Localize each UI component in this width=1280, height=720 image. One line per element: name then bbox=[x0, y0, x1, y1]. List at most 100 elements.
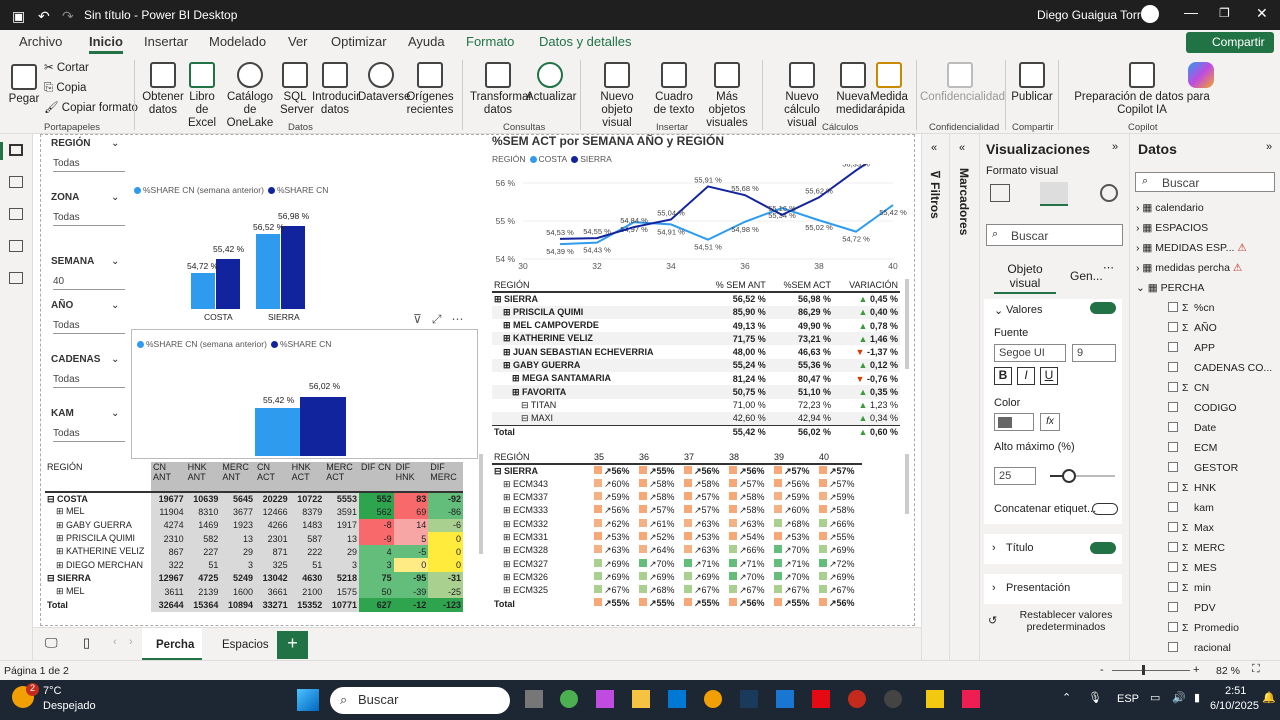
onelake-button[interactable]: Catálogo de OneLake bbox=[222, 62, 278, 130]
row-label[interactable]: ⊞ GABY GUERRA bbox=[45, 519, 151, 532]
row-label[interactable]: ⊞ MEGA SANTAMARIA bbox=[492, 372, 699, 385]
bar-sierra-ant[interactable] bbox=[256, 234, 280, 309]
column-header[interactable]: %SEM ACT bbox=[767, 279, 834, 294]
model-view-icon[interactable] bbox=[9, 208, 23, 220]
collapse-icon[interactable]: « bbox=[931, 142, 937, 154]
menu-ver[interactable]: Ver bbox=[288, 34, 308, 49]
transform-data-button[interactable]: Transformar datos bbox=[470, 62, 532, 117]
table-row[interactable]: ⊞ DIEGO MERCHAN 322 51 3 325 51 3 3 0 0 bbox=[45, 558, 463, 572]
table-item[interactable]: ⌄ ▦ PERCHA bbox=[1136, 282, 1204, 294]
table-row[interactable]: ⊞ PRISCILA QUIMI 2310 582 13 2301 587 13 -9 5 0 bbox=[45, 531, 463, 546]
field-checkbox[interactable] bbox=[1168, 322, 1178, 332]
bar2-act[interactable] bbox=[300, 397, 346, 456]
field-checkbox[interactable] bbox=[1168, 382, 1178, 392]
row-label[interactable]: ⊟ SIERRA bbox=[492, 464, 592, 477]
field-item[interactable]: kam bbox=[1168, 502, 1214, 514]
underline-button[interactable]: U bbox=[1040, 367, 1058, 385]
netflix-icon[interactable] bbox=[812, 690, 830, 708]
menu-modelado[interactable]: Modelado bbox=[209, 34, 266, 49]
user-name[interactable]: Diego Guaigua Torres bbox=[1037, 8, 1154, 22]
field-item[interactable]: Σ MERC bbox=[1168, 542, 1225, 554]
field-item[interactable]: Σ Max bbox=[1168, 522, 1214, 534]
bold-button[interactable]: B bbox=[994, 367, 1012, 385]
vis-search-input[interactable]: Buscar bbox=[986, 224, 1123, 246]
field-item[interactable]: ECM bbox=[1168, 442, 1217, 454]
row-label[interactable]: ⊞ ECM333 bbox=[492, 504, 592, 517]
table-row[interactable]: ⊟ COSTA 19677 10639 5645 20229 10722 5553 552 83… bbox=[45, 492, 463, 506]
battery-icon[interactable]: ▮ bbox=[1194, 691, 1200, 704]
column-header[interactable]: REGIÓN bbox=[492, 451, 592, 466]
taskbar-search[interactable]: Buscar bbox=[330, 687, 510, 714]
more-options-icon[interactable]: ⋯ bbox=[451, 312, 463, 326]
tiktok-icon[interactable] bbox=[962, 690, 980, 708]
presentation-card[interactable]: › Presentación bbox=[984, 574, 1122, 604]
field-checkbox[interactable] bbox=[1168, 362, 1178, 372]
column-header[interactable]: 37 bbox=[682, 451, 727, 466]
table-item[interactable]: › ▦ MEDIDAS ESP... ⚠ bbox=[1136, 242, 1247, 254]
table-row[interactable]: ⊞ MEL 11904 8310 3677 12466 8379 3591 562 69 -86 bbox=[45, 505, 463, 519]
table-row[interactable]: ⊞ JUAN SEBASTIAN ECHEVERRIA 48,00 % 46,63 … bbox=[492, 345, 900, 358]
table-row[interactable]: ⊞ MEGA SANTAMARIA 81,24 % 80,47 % ▼ -0,76 % bbox=[492, 372, 900, 385]
field-item[interactable]: Σ AÑO bbox=[1168, 322, 1217, 334]
row-label[interactable]: ⊞ PRISCILA QUIMI bbox=[45, 532, 151, 545]
column-header[interactable]: DIF HNK bbox=[393, 462, 429, 493]
sql-button[interactable]: SQL Server bbox=[280, 62, 314, 117]
format-painter-button[interactable]: 🖌 Copiar formato bbox=[44, 102, 138, 115]
slicer-dropdown[interactable]: 40 bbox=[53, 274, 125, 290]
avatar[interactable] bbox=[1141, 5, 1159, 23]
collapse-icon[interactable]: « bbox=[959, 142, 965, 154]
chevron-down-icon[interactable]: ⌄ bbox=[111, 192, 119, 203]
row-label[interactable]: ⊞ MEL CAMPOVERDE bbox=[492, 319, 699, 332]
title-toggle[interactable] bbox=[1090, 542, 1116, 554]
row-label[interactable]: ⊟ TITAN bbox=[492, 399, 699, 412]
menu-formato[interactable]: Formato bbox=[466, 34, 514, 49]
column-header[interactable]: CN ANT bbox=[151, 462, 186, 493]
slicer-dropdown[interactable]: Todas bbox=[53, 156, 125, 172]
chevron-down-icon[interactable]: ⌄ bbox=[111, 354, 119, 365]
table-row[interactable]: ⊞ MEL CAMPOVERDE 49,13 % 49,90 % ▲ 0,78 % bbox=[492, 319, 900, 332]
page-tab-percha[interactable]: Percha bbox=[142, 628, 202, 661]
row-label[interactable]: ⊞ KATHERINE VELIZ bbox=[492, 332, 699, 345]
table-row[interactable]: ⊞ ECM337 ↗59% ↗58% ↗57% ↗58% ↗59% ↗59% bbox=[492, 491, 862, 504]
font-select[interactable]: Segoe UI bbox=[994, 344, 1066, 362]
row-label[interactable]: ⊟ SIERRA bbox=[45, 572, 151, 585]
fit-page-icon[interactable]: ⛶ bbox=[1252, 663, 1260, 676]
slicer-dropdown[interactable]: Todas bbox=[53, 318, 125, 334]
column-header[interactable]: HNK ACT bbox=[289, 462, 325, 493]
row-label[interactable]: ⊞ ECM327 bbox=[492, 557, 592, 570]
row-label[interactable]: ⊞ ECM331 bbox=[492, 531, 592, 544]
table-row[interactable]: ⊞ ECM343 ↗60% ↗58% ↗58% ↗57% ↗56% ↗57% bbox=[492, 478, 862, 491]
column-header[interactable]: % SEM ANT bbox=[699, 279, 768, 294]
focus-mode-icon[interactable]: ⤢ bbox=[432, 312, 442, 326]
close-icon[interactable]: ✕ bbox=[1256, 5, 1268, 22]
copy-button[interactable]: ⎘ Copia bbox=[44, 82, 86, 95]
microphone-icon[interactable]: 🎙 bbox=[1088, 691, 1102, 704]
filters-pane[interactable]: « ⊽ Filtros bbox=[921, 134, 949, 660]
language-indicator[interactable]: ESP bbox=[1117, 693, 1139, 705]
enter-data-button[interactable]: Introducir datos bbox=[312, 62, 360, 117]
bar-costa-ant[interactable] bbox=[191, 273, 215, 309]
column-header[interactable]: MERC ACT bbox=[324, 462, 359, 493]
minimize-icon[interactable]: — bbox=[1184, 4, 1198, 20]
menu-archivo[interactable]: Archivo bbox=[19, 34, 62, 49]
table-row[interactable]: ⊟ SIERRA ↗56% ↗55% ↗56% ↗56% ↗57% ↗57% bbox=[492, 464, 862, 477]
row-label[interactable]: ⊞ ECM337 bbox=[492, 491, 592, 504]
valores-toggle[interactable] bbox=[1090, 302, 1116, 314]
bar-sierra-act[interactable] bbox=[281, 226, 305, 309]
copilot-icon[interactable] bbox=[1188, 62, 1214, 88]
add-page-button[interactable]: + bbox=[277, 631, 308, 659]
cut-button[interactable]: ✂ Cortar bbox=[44, 62, 89, 75]
tmdl-view-icon[interactable] bbox=[9, 272, 23, 284]
column-header[interactable]: 35 bbox=[592, 451, 637, 466]
slicer-dropdown[interactable]: Todas bbox=[53, 426, 125, 442]
paste-button[interactable]: Pegar bbox=[8, 64, 40, 106]
expand-icon[interactable]: » bbox=[1266, 141, 1272, 153]
format-visual-icon[interactable] bbox=[1040, 182, 1068, 206]
table-row[interactable]: ⊟ SIERRA 12967 4725 5249 13042 4630 5218 75 -95-… bbox=[45, 571, 463, 586]
field-item[interactable]: Σ %cn bbox=[1168, 302, 1214, 314]
table-row[interactable]: ⊞ PRISCILA QUIMI 85,90 % 86,29 % ▲ 0,40 % bbox=[492, 305, 900, 319]
field-checkbox[interactable] bbox=[1168, 302, 1178, 312]
dataverse-button[interactable]: Dataverse bbox=[358, 62, 410, 104]
column-header[interactable]: CN ACT bbox=[254, 462, 290, 493]
field-item[interactable]: Σ Promedio bbox=[1168, 622, 1239, 634]
